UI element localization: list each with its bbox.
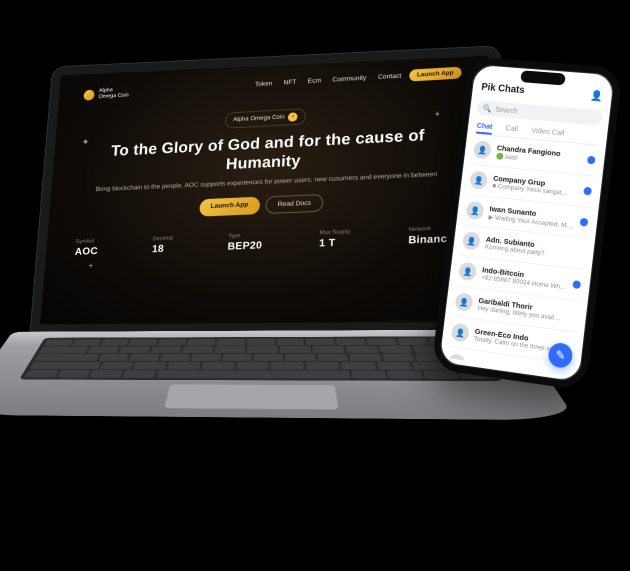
avatar: 👤: [454, 292, 473, 312]
brand-logo[interactable]: Alpha Omega Coin: [83, 87, 129, 101]
chat-text: Eddy Kurniadi: [470, 361, 556, 376]
stat-value: AOC: [74, 246, 98, 258]
avatar: 👤: [447, 353, 466, 373]
stat-type: Type BEP20: [227, 233, 263, 253]
stat-value: 1 T: [319, 237, 350, 249]
stat-value: 18: [152, 243, 173, 255]
tab-call[interactable]: Call: [505, 123, 518, 133]
launch-app-button[interactable]: Launch App: [409, 67, 462, 82]
avatar: 👤: [473, 140, 492, 159]
chat-name: Eddy Kurniadi: [470, 361, 556, 376]
keyboard: [19, 336, 502, 381]
brand-name: Alpha Omega Coin: [98, 87, 129, 100]
avatar: 👤: [451, 323, 470, 343]
hero-pill[interactable]: Alpha Omega Coin ›: [224, 108, 306, 129]
top-nav: Alpha Omega Coin Token NFT Ecm Community…: [83, 67, 461, 101]
nav-item-community[interactable]: Community: [332, 75, 366, 83]
unread-badge: [580, 218, 589, 227]
chat-list[interactable]: 👤Chandra Fangiono🟢 Aktif👤Company Grup■ C…: [447, 134, 599, 375]
read-docs-button[interactable]: Read Docs: [265, 194, 324, 214]
nav-links: Token NFT Ecm Community Contact: [255, 73, 402, 88]
nav-item-nft[interactable]: NFT: [283, 79, 296, 86]
stat-label: Decimal: [152, 236, 172, 242]
logo-icon: [83, 89, 94, 100]
tab-video-call[interactable]: Video Call: [531, 126, 565, 138]
avatar: 👤: [466, 201, 485, 220]
chat-text: Indo-Bitcoin+62 85987 80024 Home White…: [481, 265, 568, 291]
laptop-mockup: ✦ ✦ ✦ Alpha Omega Coin Token NFT Ecm Com…: [16, 46, 500, 513]
tab-chat[interactable]: Chat: [476, 121, 493, 131]
phone-screen: Pik Chats 👤 🔍 Search Chat Call Video Cal…: [438, 64, 615, 383]
search-icon: 🔍: [482, 104, 492, 114]
stat-symbol: Symbol AOC: [74, 239, 98, 258]
nav-item-ecm[interactable]: Ecm: [308, 78, 322, 85]
chat-text: Chandra Fangiono🟢 Aktif: [496, 143, 583, 168]
trackpad[interactable]: [163, 384, 339, 410]
stat-value: BEP20: [227, 240, 262, 252]
chevron-right-icon: ›: [288, 112, 298, 122]
token-stats: Symbol AOC Decimal 18 Type BEP20 Max Sup…: [71, 225, 458, 257]
chat-text: Iwan Sunanto▶ Waiting Your Accepted, MMI…: [488, 204, 575, 230]
unread-badge: [572, 280, 581, 289]
avatar: 👤: [469, 170, 488, 189]
pill-label: Alpha Omega Coin: [233, 114, 285, 123]
stat-decimal: Decimal 18: [152, 236, 173, 255]
unread-badge: [587, 156, 596, 165]
user-icon[interactable]: 👤: [590, 91, 604, 103]
avatar: 👤: [462, 231, 481, 251]
hero-actions: Launch App Read Docs: [74, 188, 459, 221]
sparkle-icon: ✦: [434, 110, 441, 119]
chat-text: Green-Eco IndoTotally. Calm on the three…: [473, 327, 560, 354]
laptop-screen-frame: ✦ ✦ ✦ Alpha Omega Coin Token NFT Ecm Com…: [30, 46, 499, 333]
sparkle-icon: ✦: [88, 262, 94, 269]
chat-text: Adn. SubiantoKomring about patty?: [485, 235, 572, 261]
edit-icon: ✎: [555, 348, 567, 364]
nav-item-contact[interactable]: Contact: [378, 73, 402, 81]
app-title: Pik Chats: [481, 82, 525, 96]
nav-item-token[interactable]: Token: [255, 81, 273, 88]
stat-label: Type: [228, 233, 263, 240]
unread-badge: [583, 187, 592, 196]
avatar: 👤: [458, 262, 477, 282]
chat-text: Garibaldi ThorirHey darling, lately you …: [477, 296, 564, 323]
stat-label: Symbol: [75, 239, 98, 245]
laptop-screen: ✦ ✦ ✦ Alpha Omega Coin Token NFT Ecm Com…: [40, 52, 490, 328]
hero-section: Alpha Omega Coin › To the Glory of God a…: [74, 97, 461, 222]
launch-app-button[interactable]: Launch App: [199, 197, 260, 217]
chat-text: Company Grup■ Company Yossi sangat…: [492, 174, 579, 198]
stat-max-supply: Max Supply 1 T: [319, 229, 350, 249]
stat-label: Max Supply: [319, 229, 350, 236]
sparkle-icon: ✦: [81, 138, 89, 148]
search-placeholder: Search: [495, 105, 519, 116]
